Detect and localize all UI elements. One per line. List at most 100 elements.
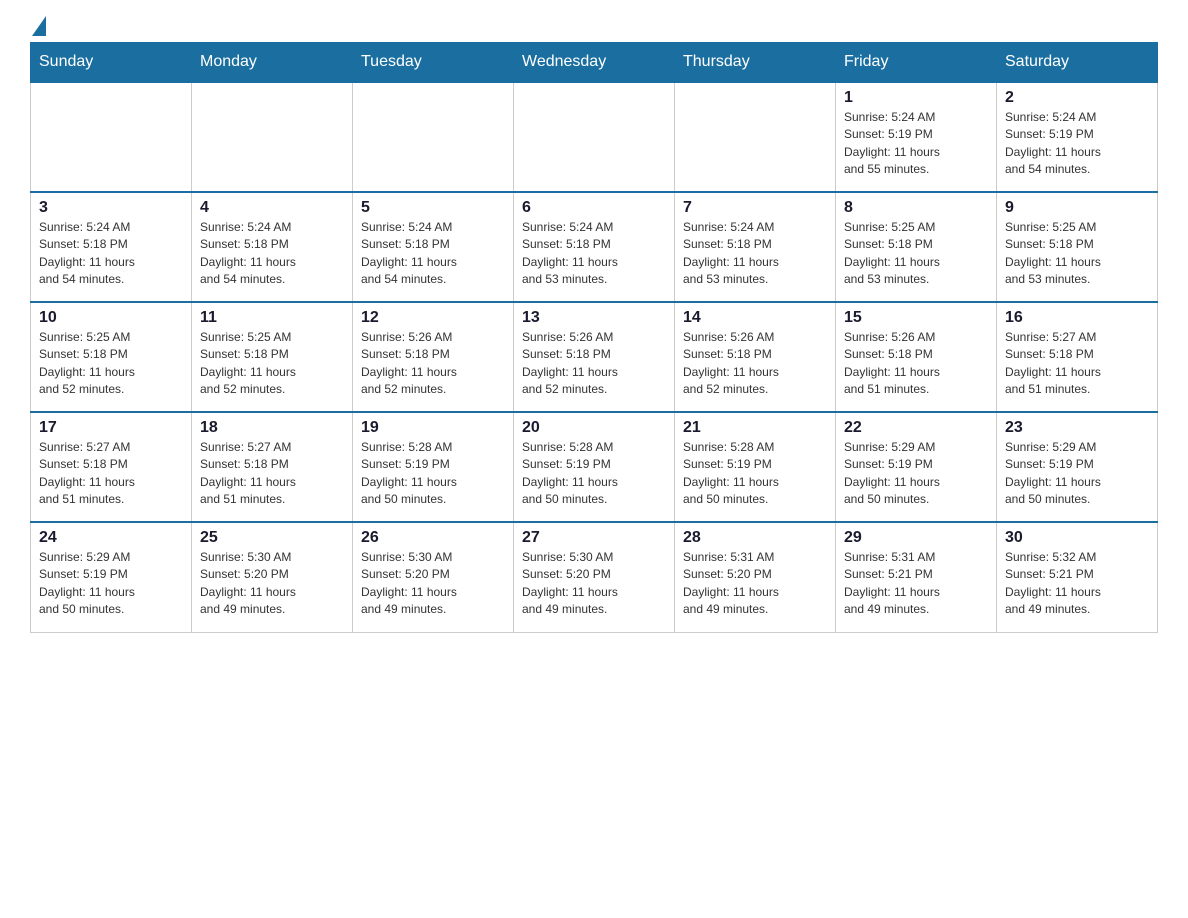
calendar-cell: 21 Sunrise: 5:28 AMSunset: 5:19 PMDayligh… (675, 412, 836, 522)
day-info: Sunrise: 5:29 AMSunset: 5:19 PMDaylight:… (1005, 439, 1149, 509)
calendar-cell: 20 Sunrise: 5:28 AMSunset: 5:19 PMDayligh… (514, 412, 675, 522)
calendar-cell: 12 Sunrise: 5:26 AMSunset: 5:18 PMDayligh… (353, 302, 514, 412)
day-info: Sunrise: 5:26 AMSunset: 5:18 PMDaylight:… (683, 329, 827, 399)
day-number: 17 (39, 419, 183, 437)
day-number: 4 (200, 199, 344, 217)
calendar-cell: 2 Sunrise: 5:24 AMSunset: 5:19 PMDaylight… (997, 82, 1158, 192)
day-number: 1 (844, 89, 988, 107)
calendar-cell: 14 Sunrise: 5:26 AMSunset: 5:18 PMDayligh… (675, 302, 836, 412)
day-info: Sunrise: 5:25 AMSunset: 5:18 PMDaylight:… (1005, 219, 1149, 289)
calendar-cell (31, 82, 192, 192)
weekday-header-friday: Friday (836, 43, 997, 83)
calendar-cell: 11 Sunrise: 5:25 AMSunset: 5:18 PMDayligh… (192, 302, 353, 412)
day-info: Sunrise: 5:28 AMSunset: 5:19 PMDaylight:… (683, 439, 827, 509)
day-info: Sunrise: 5:28 AMSunset: 5:19 PMDaylight:… (361, 439, 505, 509)
calendar-cell: 19 Sunrise: 5:28 AMSunset: 5:19 PMDayligh… (353, 412, 514, 522)
calendar-cell: 10 Sunrise: 5:25 AMSunset: 5:18 PMDayligh… (31, 302, 192, 412)
calendar-table: SundayMondayTuesdayWednesdayThursdayFrid… (30, 42, 1158, 633)
day-number: 10 (39, 309, 183, 327)
calendar-week-1: 1 Sunrise: 5:24 AMSunset: 5:19 PMDaylight… (31, 82, 1158, 192)
day-info: Sunrise: 5:29 AMSunset: 5:19 PMDaylight:… (39, 549, 183, 619)
calendar-cell: 18 Sunrise: 5:27 AMSunset: 5:18 PMDayligh… (192, 412, 353, 522)
day-info: Sunrise: 5:26 AMSunset: 5:18 PMDaylight:… (361, 329, 505, 399)
weekday-header-sunday: Sunday (31, 43, 192, 83)
day-number: 26 (361, 529, 505, 547)
day-number: 9 (1005, 199, 1149, 217)
day-number: 7 (683, 199, 827, 217)
calendar-cell (675, 82, 836, 192)
day-number: 18 (200, 419, 344, 437)
logo (30, 20, 46, 32)
day-number: 27 (522, 529, 666, 547)
day-number: 19 (361, 419, 505, 437)
day-number: 14 (683, 309, 827, 327)
calendar-cell: 1Sunrise: 5:24 AMSunset: 5:19 PMDaylight… (836, 82, 997, 192)
day-info: Sunrise: 5:30 AMSunset: 5:20 PMDaylight:… (361, 549, 505, 619)
weekday-header-tuesday: Tuesday (353, 43, 514, 83)
day-number: 21 (683, 419, 827, 437)
day-info: Sunrise: 5:24 AMSunset: 5:18 PMDaylight:… (522, 219, 666, 289)
calendar-cell: 7 Sunrise: 5:24 AMSunset: 5:18 PMDaylight… (675, 192, 836, 302)
day-info: Sunrise: 5:26 AMSunset: 5:18 PMDaylight:… (522, 329, 666, 399)
calendar-cell: 26 Sunrise: 5:30 AMSunset: 5:20 PMDayligh… (353, 522, 514, 632)
calendar-cell (192, 82, 353, 192)
day-number: 6 (522, 199, 666, 217)
day-number: 16 (1005, 309, 1149, 327)
day-number: 11 (200, 309, 344, 327)
day-info: Sunrise: 5:27 AMSunset: 5:18 PMDaylight:… (1005, 329, 1149, 399)
day-number: 20 (522, 419, 666, 437)
day-info: Sunrise: 5:31 AMSunset: 5:20 PMDaylight:… (683, 549, 827, 619)
day-number: 5 (361, 199, 505, 217)
day-number: 8 (844, 199, 988, 217)
day-info: Sunrise: 5:28 AMSunset: 5:19 PMDaylight:… (522, 439, 666, 509)
calendar-cell: 27 Sunrise: 5:30 AMSunset: 5:20 PMDayligh… (514, 522, 675, 632)
calendar-cell: 16 Sunrise: 5:27 AMSunset: 5:18 PMDayligh… (997, 302, 1158, 412)
day-number: 29 (844, 529, 988, 547)
calendar-cell: 6 Sunrise: 5:24 AMSunset: 5:18 PMDaylight… (514, 192, 675, 302)
day-number: 2 (1005, 89, 1149, 107)
day-info: Sunrise: 5:27 AMSunset: 5:18 PMDaylight:… (200, 439, 344, 509)
calendar-cell: 30Sunrise: 5:32 AMSunset: 5:21 PMDayligh… (997, 522, 1158, 632)
calendar-cell: 9 Sunrise: 5:25 AMSunset: 5:18 PMDaylight… (997, 192, 1158, 302)
day-info: Sunrise: 5:25 AMSunset: 5:18 PMDaylight:… (39, 329, 183, 399)
day-number: 28 (683, 529, 827, 547)
weekday-header-thursday: Thursday (675, 43, 836, 83)
calendar-cell: 23 Sunrise: 5:29 AMSunset: 5:19 PMDayligh… (997, 412, 1158, 522)
day-info: Sunrise: 5:27 AMSunset: 5:18 PMDaylight:… (39, 439, 183, 509)
calendar-cell: 29 Sunrise: 5:31 AMSunset: 5:21 PMDayligh… (836, 522, 997, 632)
calendar-cell (514, 82, 675, 192)
day-info: Sunrise: 5:24 AMSunset: 5:18 PMDaylight:… (39, 219, 183, 289)
calendar-week-2: 3Sunrise: 5:24 AMSunset: 5:18 PMDaylight… (31, 192, 1158, 302)
calendar-cell: 24 Sunrise: 5:29 AMSunset: 5:19 PMDayligh… (31, 522, 192, 632)
day-number: 23 (1005, 419, 1149, 437)
calendar-week-4: 17 Sunrise: 5:27 AMSunset: 5:18 PMDayligh… (31, 412, 1158, 522)
logo-triangle-icon (32, 16, 46, 36)
day-number: 15 (844, 309, 988, 327)
calendar-cell: 25 Sunrise: 5:30 AMSunset: 5:20 PMDayligh… (192, 522, 353, 632)
weekday-header-saturday: Saturday (997, 43, 1158, 83)
page-header (30, 20, 1158, 32)
day-info: Sunrise: 5:24 AMSunset: 5:18 PMDaylight:… (683, 219, 827, 289)
day-number: 12 (361, 309, 505, 327)
calendar-cell: 28 Sunrise: 5:31 AMSunset: 5:20 PMDayligh… (675, 522, 836, 632)
day-info: Sunrise: 5:25 AMSunset: 5:18 PMDaylight:… (844, 219, 988, 289)
day-number: 22 (844, 419, 988, 437)
day-info: Sunrise: 5:30 AMSunset: 5:20 PMDaylight:… (200, 549, 344, 619)
day-number: 24 (39, 529, 183, 547)
weekday-header-wednesday: Wednesday (514, 43, 675, 83)
calendar-cell (353, 82, 514, 192)
calendar-cell: 4Sunrise: 5:24 AMSunset: 5:18 PMDaylight… (192, 192, 353, 302)
calendar-cell: 17 Sunrise: 5:27 AMSunset: 5:18 PMDayligh… (31, 412, 192, 522)
calendar-cell: 22 Sunrise: 5:29 AMSunset: 5:19 PMDayligh… (836, 412, 997, 522)
day-info: Sunrise: 5:31 AMSunset: 5:21 PMDaylight:… (844, 549, 988, 619)
day-info: Sunrise: 5:32 AMSunset: 5:21 PMDaylight:… (1005, 549, 1149, 619)
day-info: Sunrise: 5:30 AMSunset: 5:20 PMDaylight:… (522, 549, 666, 619)
day-info: Sunrise: 5:24 AMSunset: 5:19 PMDaylight:… (1005, 109, 1149, 179)
calendar-week-5: 24 Sunrise: 5:29 AMSunset: 5:19 PMDayligh… (31, 522, 1158, 632)
day-number: 25 (200, 529, 344, 547)
day-info: Sunrise: 5:25 AMSunset: 5:18 PMDaylight:… (200, 329, 344, 399)
calendar-cell: 8 Sunrise: 5:25 AMSunset: 5:18 PMDaylight… (836, 192, 997, 302)
day-info: Sunrise: 5:29 AMSunset: 5:19 PMDaylight:… (844, 439, 988, 509)
calendar-cell: 3Sunrise: 5:24 AMSunset: 5:18 PMDaylight… (31, 192, 192, 302)
calendar-cell: 5Sunrise: 5:24 AMSunset: 5:18 PMDaylight… (353, 192, 514, 302)
